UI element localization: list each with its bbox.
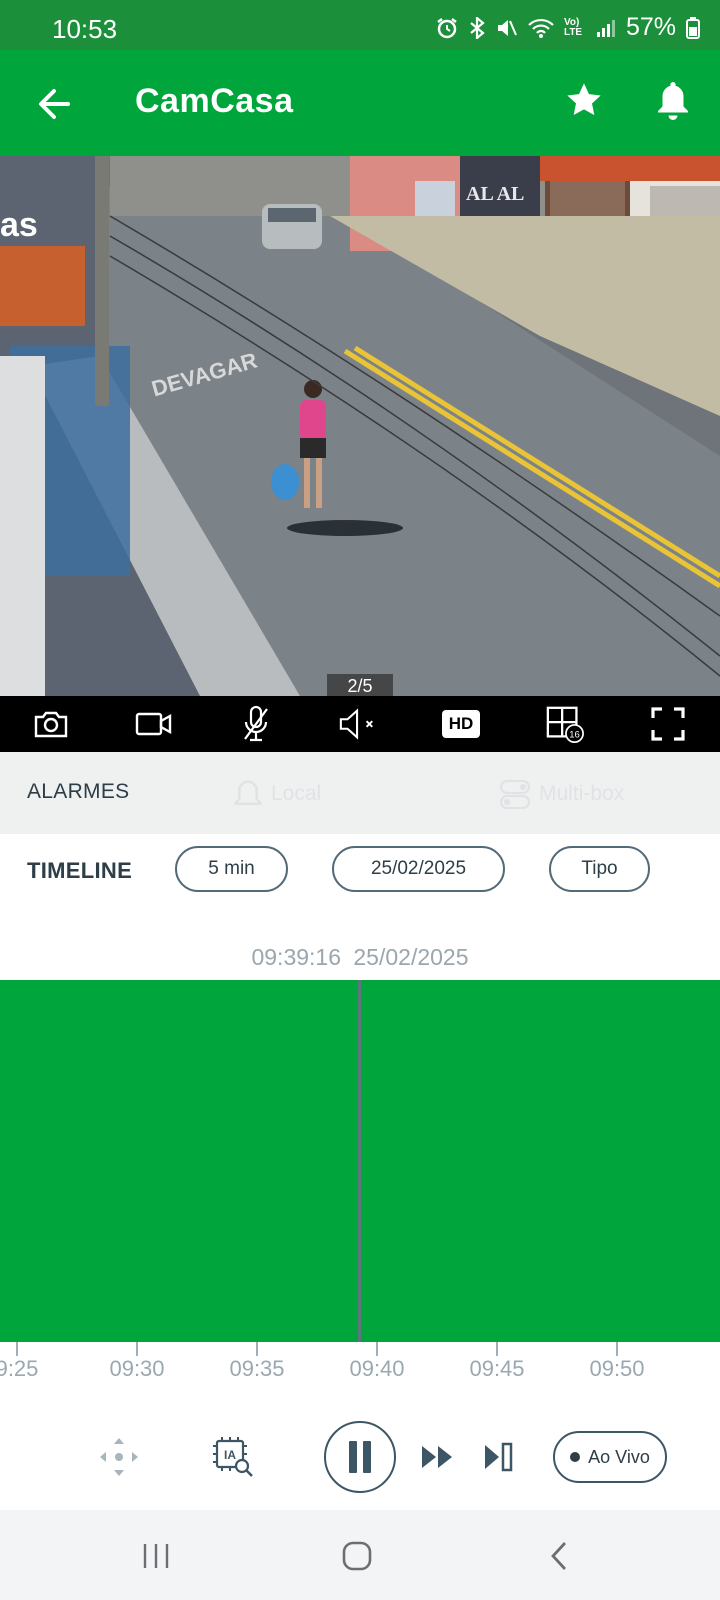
favorite-button[interactable] [564,80,604,120]
system-nav-bar [0,1510,720,1600]
bell-icon [658,82,688,120]
shop-sign-text: AL AL [466,183,524,205]
ai-search-button[interactable]: IA [210,1434,256,1480]
camera-icon [34,711,68,738]
timeline-header: TIMELINE 5 min 25/02/2025 Tipo [0,834,720,934]
interval-value: 5 min [208,858,255,879]
live-dot-icon [570,1452,581,1462]
camera-scene: AL AL DEVAGAR as [0,156,720,696]
cursor-date-value: 25/02/2025 [353,944,469,970]
timeline-tick-label: 9:25 [0,1356,39,1381]
timeline-label: TIMELINE [27,858,133,883]
bell-outline-icon [234,780,262,806]
type-selector[interactable]: Tipo [549,846,650,892]
skip-to-end-icon [485,1442,513,1472]
live-button[interactable]: Ao Vivo [553,1431,667,1483]
ai-search-icon: IA [213,1437,253,1477]
page-title: CamCasa [135,82,294,120]
bluetooth-icon [470,16,485,39]
layout-grid-button[interactable]: 16 [545,704,585,744]
home-icon [342,1541,372,1571]
cursor-time-value: 09:39:16 [251,944,341,970]
star-icon [567,83,601,116]
volte-icon: Vo) LTE [563,16,583,38]
timeline-tick-label: 09:40 [349,1356,405,1381]
timeline-tick [616,1342,618,1356]
toggle-box-icon [499,779,531,810]
notifications-button[interactable] [655,80,695,124]
svg-text:IA: IA [224,1448,236,1462]
fullscreen-icon [651,707,685,741]
alarm-local-label: Local [271,782,322,805]
fast-forward-button[interactable] [418,1440,456,1474]
timeline-tick-label: 09:30 [109,1356,165,1381]
fast-forward-icon [422,1446,452,1468]
timeline-tick [376,1342,378,1356]
hd-button[interactable]: HD [441,704,481,744]
timeline-tick-label: 09:35 [229,1356,285,1381]
wifi-icon [528,18,554,38]
alarms-label: ALARMES [27,780,130,803]
pause-button[interactable] [324,1421,396,1493]
timeline-cursor[interactable] [358,980,361,1342]
speaker-button[interactable] [338,704,378,744]
date-value: 25/02/2025 [370,858,467,879]
alarm-multibox-option[interactable]: Multi-box [499,778,624,810]
status-time: 10:53 [52,14,118,44]
camera-video-feed[interactable]: AL AL DEVAGAR as [0,156,720,696]
pause-icon [349,1441,371,1473]
snapshot-button[interactable] [31,704,71,744]
microphone-button[interactable] [236,704,276,744]
video-record-icon [135,712,172,736]
ptz-move-icon [100,1438,138,1476]
alarm-local-option[interactable]: Local [233,778,321,810]
home-button[interactable] [335,1534,379,1578]
video-toolbar: HD 16 [0,696,720,752]
svg-text:16: 16 [569,729,580,740]
timeline-ticks: 9:2509:3009:3509:4009:4509:5009 [0,1342,720,1392]
speaker-mute-icon [339,708,373,740]
grid-16-icon: 16 [546,706,584,743]
skip-to-end-button[interactable] [481,1440,517,1474]
recents-button[interactable] [134,1534,178,1578]
mic-off-icon [244,705,268,742]
date-selector[interactable]: 25/02/2025 [332,846,505,892]
battery-icon [686,16,700,39]
alarm-icon [437,17,457,38]
hd-icon: HD [442,710,480,738]
status-bar: 10:53 Vo) LTE 57% [0,0,720,50]
alarms-row: ALARMES Local Multi-box [0,752,720,834]
mute-icon [497,19,517,36]
back-chevron-icon [551,1542,567,1570]
live-label: Ao Vivo [588,1446,650,1467]
camera-page-indicator: 2/5 [327,674,393,698]
timeline-tick [496,1342,498,1356]
signal-icon [596,19,615,37]
back-button[interactable] [34,84,74,124]
back-nav-button[interactable] [537,1534,581,1578]
alarm-multibox-label: Multi-box [539,782,625,805]
battery-percent: 57% [625,13,676,41]
timeline-tick-label: 09:45 [469,1356,525,1381]
camera-overlay-text: as [0,206,38,244]
recents-icon [143,1544,169,1568]
arrow-left-icon [39,89,70,119]
type-value: Tipo [581,858,618,879]
app-bar: CamCasa [0,50,720,156]
timeline-tick [256,1342,258,1356]
fullscreen-button[interactable] [648,704,688,744]
ptz-button[interactable] [96,1434,142,1480]
playback-controls: IA Ao Vivo [0,1400,720,1510]
interval-selector[interactable]: 5 min [175,846,288,892]
timeline-cursor-time: 09:39:16 25/02/2025 [0,944,720,971]
timeline-tick-label: 09:50 [589,1356,645,1381]
status-icons: Vo) LTE 57% [436,13,700,42]
record-button[interactable] [134,704,174,744]
timeline-tick [136,1342,138,1356]
timeline-tick [16,1342,18,1356]
